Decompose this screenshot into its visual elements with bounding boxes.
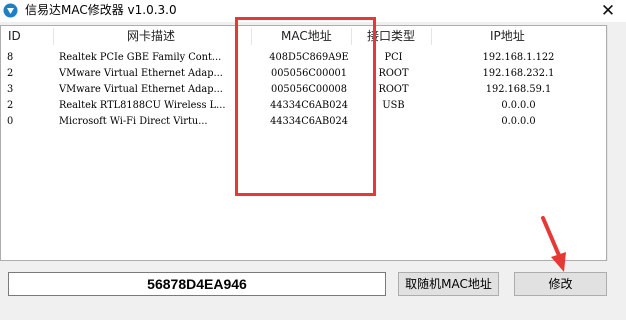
cell-description: Realtek RTL8188CU Wireless L...	[59, 100, 226, 111]
modify-button[interactable]: 修改	[514, 272, 607, 296]
mac-address-input[interactable]: 56878D4EA946	[8, 272, 386, 296]
cell-ip: 192.168.232.1	[482, 68, 555, 79]
cell-id: 8	[7, 52, 14, 63]
cell-id: 2	[7, 100, 14, 111]
title-bar: 信易达MAC修改器 v1.0.3.0 ✕	[0, 0, 626, 22]
cell-interface-type: PCI	[384, 52, 403, 63]
cell-interface-type: ROOT	[378, 84, 409, 95]
close-icon: ✕	[600, 1, 616, 21]
cell-id: 0	[7, 116, 14, 127]
vertical-scrollbar[interactable]	[607, 25, 624, 261]
cell-interface-type	[356, 114, 431, 130]
window-title: 信易达MAC修改器 v1.0.3.0	[25, 3, 177, 17]
cell-ip: 0.0.0.0	[501, 116, 536, 127]
table-row[interactable]: 2 VMware Virtual Ethernet Adap... 005056…	[1, 66, 606, 82]
table-row[interactable]: 2 Realtek RTL8188CU Wireless L... 44334C…	[1, 98, 606, 114]
cell-mac: 44334C6AB024	[270, 100, 348, 111]
cell-mac: 005056C00001	[270, 68, 348, 79]
adapter-list[interactable]: ID 网卡描述 MAC地址 接口类型 IP地址 8 Realtek PCIe G…	[0, 25, 607, 261]
cell-id: 3	[7, 84, 14, 95]
random-mac-button[interactable]: 取随机MAC地址	[398, 272, 499, 296]
column-divider[interactable]	[251, 28, 252, 45]
column-divider[interactable]	[53, 28, 54, 45]
cell-ip: 192.168.1.122	[482, 52, 555, 63]
cell-ip: 192.168.59.1	[485, 84, 552, 95]
column-divider[interactable]	[431, 28, 432, 45]
column-header-interface-type[interactable]: 接口类型	[367, 26, 415, 47]
cell-id: 2	[7, 68, 14, 79]
close-button[interactable]: ✕	[590, 0, 626, 22]
table-row[interactable]: 8 Realtek PCIe GBE Family Cont... 408D5C…	[1, 50, 606, 66]
cell-mac: 408D5C869A9E	[269, 52, 349, 63]
cell-ip: 0.0.0.0	[501, 100, 536, 111]
column-divider[interactable]	[351, 28, 352, 45]
cell-description: Realtek PCIe GBE Family Cont...	[59, 52, 222, 63]
cell-mac: 005056C00008	[270, 84, 348, 95]
cell-description: VMware Virtual Ethernet Adap...	[59, 84, 223, 95]
cell-interface-type: ROOT	[378, 68, 409, 79]
table-row[interactable]: 0 Microsoft Wi-Fi Direct Virtu... 44334C…	[1, 114, 606, 130]
cell-mac: 44334C6AB024	[270, 116, 348, 127]
column-header-id[interactable]: ID	[8, 26, 21, 47]
column-header-mac[interactable]: MAC地址	[281, 26, 332, 47]
column-header-ip[interactable]: IP地址	[490, 26, 525, 47]
column-header-description[interactable]: 网卡描述	[127, 26, 175, 47]
cell-description: Microsoft Wi-Fi Direct Virtu...	[59, 116, 208, 127]
cell-interface-type: USB	[382, 100, 405, 111]
app-logo-icon	[3, 3, 18, 18]
table-row[interactable]: 3 VMware Virtual Ethernet Adap... 005056…	[1, 82, 606, 98]
list-header: ID 网卡描述 MAC地址 接口类型 IP地址	[1, 26, 606, 47]
cell-description: VMware Virtual Ethernet Adap...	[59, 68, 223, 79]
